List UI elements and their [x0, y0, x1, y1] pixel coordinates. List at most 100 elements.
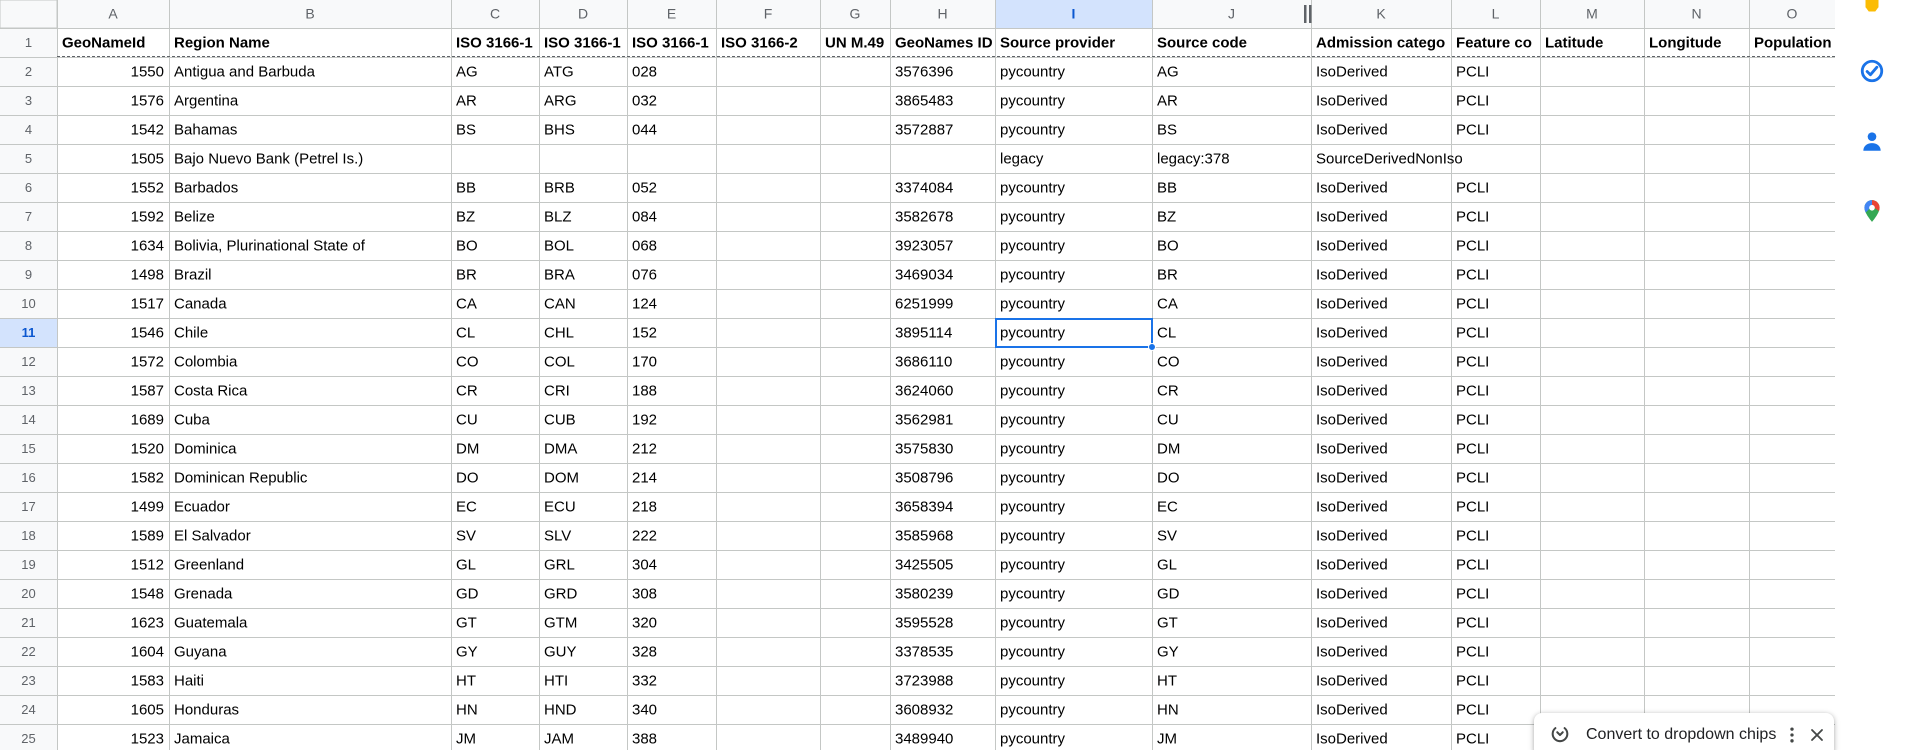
table-cell[interactable]: AG — [456, 63, 478, 80]
table-cell[interactable]: DO — [1157, 469, 1180, 486]
table-cell[interactable]: 170 — [632, 353, 657, 370]
table-cell[interactable]: ECU — [544, 498, 576, 515]
table-cell[interactable]: 304 — [632, 556, 657, 573]
table-cell[interactable]: CHL — [544, 324, 574, 341]
table-cell[interactable]: 1546 — [131, 324, 164, 341]
table-cell[interactable]: 1520 — [131, 440, 164, 457]
column-header-e[interactable]: E — [627, 0, 716, 28]
table-cell[interactable]: 218 — [632, 498, 657, 515]
table-cell[interactable]: PCLI — [1456, 121, 1489, 138]
row-header-10[interactable]: 10 — [0, 289, 57, 318]
table-cell[interactable]: pycountry — [1000, 469, 1066, 486]
table-cell[interactable]: 3582678 — [895, 208, 953, 225]
row-header-25[interactable]: 25 — [0, 724, 57, 750]
table-cell[interactable]: 052 — [632, 179, 657, 196]
table-cell[interactable]: 1623 — [131, 614, 164, 631]
table-cell[interactable]: 3624060 — [895, 382, 953, 399]
table-cell[interactable]: PCLI — [1456, 527, 1489, 544]
table-cell[interactable]: 1552 — [131, 179, 164, 196]
table-cell[interactable]: pycountry — [1000, 92, 1066, 109]
table-cell[interactable]: Bolivia, Plurinational State of — [174, 237, 366, 254]
fill-handle[interactable] — [1148, 343, 1156, 351]
table-cell[interactable]: 124 — [632, 295, 657, 312]
table-cell[interactable]: Honduras — [174, 701, 239, 718]
table-cell[interactable]: ATG — [544, 63, 574, 80]
table-cell[interactable]: pycountry — [1000, 643, 1066, 660]
table-cell[interactable]: 3575830 — [895, 440, 953, 457]
table-cell[interactable]: PCLI — [1456, 469, 1489, 486]
table-cell[interactable]: Guatemala — [174, 614, 248, 631]
table-cell[interactable]: 028 — [632, 63, 657, 80]
table-cell[interactable]: Jamaica — [174, 730, 231, 747]
table-cell[interactable]: IsoDerived — [1316, 527, 1388, 544]
row-header-17[interactable]: 17 — [0, 492, 57, 521]
table-cell[interactable]: PCLI — [1456, 295, 1489, 312]
table-cell[interactable]: AG — [1157, 63, 1179, 80]
table-cell[interactable]: JAM — [544, 730, 574, 747]
table-cell[interactable]: 6251999 — [895, 295, 953, 312]
table-cell[interactable]: 1505 — [131, 150, 164, 167]
table-cell[interactable]: BO — [1157, 237, 1179, 254]
row-header-9[interactable]: 9 — [0, 260, 57, 289]
row-header-16[interactable]: 16 — [0, 463, 57, 492]
column-header-o[interactable]: O — [1749, 0, 1835, 28]
table-cell[interactable]: IsoDerived — [1316, 701, 1388, 718]
table-cell[interactable]: BRB — [544, 179, 575, 196]
table-cell[interactable]: 1582 — [131, 469, 164, 486]
table-cell[interactable]: GT — [1157, 614, 1178, 631]
table-cell[interactable]: pycountry — [1000, 353, 1066, 370]
table-cell[interactable]: Grenada — [174, 585, 233, 602]
header-cell[interactable]: ISO 3166-1 — [456, 34, 533, 51]
table-cell[interactable]: IsoDerived — [1316, 614, 1388, 631]
column-resize-handle[interactable] — [1309, 5, 1312, 23]
table-cell[interactable]: CR — [456, 382, 478, 399]
header-cell[interactable]: Population — [1754, 34, 1832, 51]
table-cell[interactable]: IsoDerived — [1316, 208, 1388, 225]
table-cell[interactable]: 1576 — [131, 92, 164, 109]
table-cell[interactable]: PCLI — [1456, 411, 1489, 428]
row-header-15[interactable]: 15 — [0, 434, 57, 463]
table-cell[interactable]: HND — [544, 701, 577, 718]
table-cell[interactable]: CRI — [544, 382, 570, 399]
table-cell[interactable]: 320 — [632, 614, 657, 631]
header-cell[interactable]: ISO 3166-2 — [721, 34, 798, 51]
table-cell[interactable]: SV — [456, 527, 476, 544]
table-cell[interactable]: Brazil — [174, 266, 212, 283]
convert-to-dropdown-chips-button[interactable]: Convert to dropdown chips — [1586, 726, 1776, 744]
table-cell[interactable]: 1499 — [131, 498, 164, 515]
keep-icon[interactable] — [1859, 0, 1885, 18]
table-cell[interactable]: BR — [456, 266, 477, 283]
table-cell[interactable]: PCLI — [1456, 701, 1489, 718]
table-cell[interactable]: 1583 — [131, 672, 164, 689]
table-cell[interactable]: PCLI — [1456, 324, 1489, 341]
header-cell[interactable]: Admission catego — [1316, 34, 1445, 51]
row-header-14[interactable]: 14 — [0, 405, 57, 434]
table-cell[interactable]: Guyana — [174, 643, 227, 660]
table-cell[interactable]: Bahamas — [174, 121, 237, 138]
tasks-icon[interactable] — [1859, 58, 1885, 84]
row-header-6[interactable]: 6 — [0, 173, 57, 202]
grid-canvas[interactable]: A B C D E F G H I J K L M N O1234567891011121314151617… — [0, 0, 1835, 750]
table-cell[interactable]: Barbados — [174, 179, 238, 196]
table-cell[interactable]: 3923057 — [895, 237, 953, 254]
table-cell[interactable]: 3723988 — [895, 672, 953, 689]
row-header-21[interactable]: 21 — [0, 608, 57, 637]
table-cell[interactable]: 044 — [632, 121, 657, 138]
row-header-4[interactable]: 4 — [0, 115, 57, 144]
table-cell[interactable]: PCLI — [1456, 179, 1489, 196]
table-cell[interactable]: 3469034 — [895, 266, 953, 283]
table-cell[interactable]: 1498 — [131, 266, 164, 283]
column-header-a[interactable]: A — [57, 0, 169, 28]
table-cell[interactable]: CL — [1157, 324, 1176, 341]
table-cell[interactable]: pycountry — [1000, 237, 1066, 254]
header-cell[interactable]: UN M.49 — [825, 34, 884, 51]
table-cell[interactable]: HT — [1157, 672, 1177, 689]
table-cell[interactable]: 1523 — [131, 730, 164, 747]
table-cell[interactable]: 3595528 — [895, 614, 953, 631]
column-resize-handle[interactable] — [1304, 5, 1307, 23]
table-cell[interactable]: PCLI — [1456, 237, 1489, 254]
table-cell[interactable]: HTI — [544, 672, 568, 689]
table-cell[interactable]: GD — [1157, 585, 1180, 602]
table-cell[interactable]: IsoDerived — [1316, 353, 1388, 370]
table-cell[interactable]: legacy:378 — [1157, 150, 1230, 167]
